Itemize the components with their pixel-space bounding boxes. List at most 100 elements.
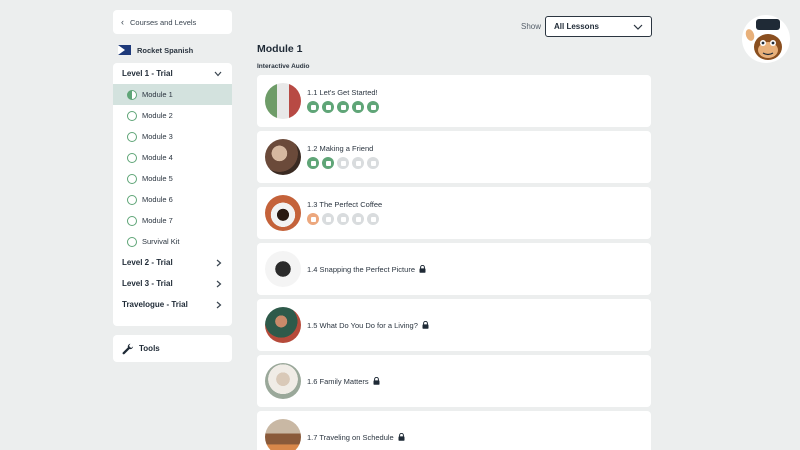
monkey-mascot-icon (745, 19, 782, 60)
audio-lesson-icon (307, 213, 319, 225)
module-label: Module 1 (142, 90, 173, 99)
section-title: Interactive Audio (257, 63, 310, 70)
sidebar-level-3[interactable]: Level 3 - Trial (113, 273, 232, 294)
sidebar-item-module-3[interactable]: Module 3 (113, 126, 232, 147)
chevron-down-icon (633, 24, 643, 30)
lesson-progress-icons (307, 157, 379, 169)
lesson-card[interactable]: 1.5 What Do You Do for a Living? (257, 299, 651, 351)
lesson-title: 1.5 What Do You Do for a Living? (307, 321, 418, 330)
progress-ring-icon (127, 194, 137, 205)
lesson-title: 1.3 The Perfect Coffee (307, 200, 383, 209)
level-label: Travelogue - Trial (122, 300, 188, 309)
course-brand: Rocket Spanish (118, 45, 193, 55)
quiz-icon (367, 157, 379, 169)
lesson-title-row: 1.6 Family Matters (307, 377, 380, 386)
sidebar-item-module-4[interactable]: Module 4 (113, 147, 232, 168)
lesson-card[interactable]: 1.6 Family Matters (257, 355, 651, 407)
lesson-title: 1.7 Traveling on Schedule (307, 433, 394, 442)
level-label: Level 2 - Trial (122, 258, 173, 267)
chevron-left-icon: ‹ (121, 17, 124, 27)
lesson-title: 1.4 Snapping the Perfect Picture (307, 265, 415, 274)
speaking-icon (352, 213, 364, 225)
lesson-title: 1.1 Let's Get Started! (307, 88, 378, 97)
show-label: Show (521, 22, 542, 31)
lesson-title-row: 1.4 Snapping the Perfect Picture (307, 265, 426, 274)
lesson-card[interactable]: 1.1 Let's Get Started! (257, 75, 651, 127)
headphones-icon (322, 213, 334, 225)
lesson-card[interactable]: 1.7 Traveling on Schedule (257, 411, 651, 450)
avatar[interactable] (742, 15, 790, 63)
sidebar-item-module-5[interactable]: Module 5 (113, 168, 232, 189)
lesson-title: 1.2 Making a Friend (307, 144, 374, 153)
courses-and-levels-link[interactable]: ‹ Courses and Levels (113, 10, 232, 34)
speaking-icon (352, 157, 364, 169)
progress-ring-icon (127, 215, 137, 226)
lesson-thumbnail (265, 139, 301, 175)
sidebar-level-1[interactable]: Level 1 - Trial (113, 63, 232, 84)
module-label: Survival Kit (142, 237, 180, 246)
brand-name: Rocket Spanish (137, 45, 194, 55)
lesson-title: 1.6 Family Matters (307, 377, 369, 386)
chevron-down-icon (214, 71, 222, 76)
wrench-icon (122, 343, 134, 354)
progress-ring-icon (127, 89, 137, 100)
page-title: Module 1 (257, 43, 303, 55)
progress-ring-icon (127, 173, 137, 184)
sidebar-item-module-1[interactable]: Module 1 (113, 84, 232, 105)
lessons-filter-select[interactable]: All Lessons (545, 16, 652, 37)
rocket-logo-icon (118, 45, 131, 55)
lesson-title-row: 1.5 What Do You Do for a Living? (307, 321, 429, 330)
module-label: Module 2 (142, 111, 173, 120)
back-link-label: Courses and Levels (130, 17, 197, 27)
progress-ring-icon (127, 152, 137, 163)
module-label: Module 5 (142, 174, 173, 183)
headphones-icon (322, 157, 334, 169)
lesson-card[interactable]: 1.4 Snapping the Perfect Picture (257, 243, 651, 295)
audio-lesson-icon (307, 157, 319, 169)
quiz-icon (367, 101, 379, 113)
sidebar-level-travelogue[interactable]: Travelogue - Trial (113, 294, 232, 315)
progress-ring-icon (127, 236, 137, 247)
lock-icon (422, 321, 429, 329)
selected-option: All Lessons (554, 22, 599, 31)
lock-icon (398, 433, 405, 441)
sidebar-item-survival-kit[interactable]: Survival Kit (113, 231, 232, 252)
lesson-card[interactable]: 1.2 Making a Friend (257, 131, 651, 183)
lesson-progress-icons (307, 101, 379, 113)
audio-lesson-icon (307, 101, 319, 113)
sidebar-level-2[interactable]: Level 2 - Trial (113, 252, 232, 273)
review-icon (337, 101, 349, 113)
sidebar-item-module-7[interactable]: Module 7 (113, 210, 232, 231)
chevron-right-icon (216, 301, 222, 308)
sidebar-item-module-2[interactable]: Module 2 (113, 105, 232, 126)
lesson-thumbnail (265, 307, 301, 343)
lock-icon (419, 265, 426, 273)
sidebar-nav: Level 1 - Trial Module 1 Module 2 Module… (113, 63, 232, 326)
progress-ring-icon (127, 131, 137, 142)
lesson-title-row: 1.7 Traveling on Schedule (307, 433, 405, 442)
chevron-right-icon (216, 280, 222, 287)
lesson-card[interactable]: 1.3 The Perfect Coffee (257, 187, 651, 239)
headphones-icon (322, 101, 334, 113)
tools-link[interactable]: Tools (113, 335, 232, 362)
review-icon (337, 157, 349, 169)
lesson-thumbnail (265, 419, 301, 450)
lesson-thumbnail (265, 195, 301, 231)
module-label: Module 7 (142, 216, 173, 225)
chevron-right-icon (216, 259, 222, 266)
module-label: Module 6 (142, 195, 173, 204)
review-icon (337, 213, 349, 225)
lesson-thumbnail (265, 363, 301, 399)
speaking-icon (352, 101, 364, 113)
lesson-thumbnail (265, 251, 301, 287)
progress-ring-icon (127, 110, 137, 121)
lesson-progress-icons (307, 213, 379, 225)
module-label: Module 3 (142, 132, 173, 141)
lock-icon (373, 377, 380, 385)
sidebar-item-module-6[interactable]: Module 6 (113, 189, 232, 210)
module-label: Module 4 (142, 153, 173, 162)
tools-label: Tools (139, 344, 160, 353)
level-label: Level 3 - Trial (122, 279, 173, 288)
lesson-thumbnail (265, 83, 301, 119)
level-label: Level 1 - Trial (122, 69, 173, 78)
